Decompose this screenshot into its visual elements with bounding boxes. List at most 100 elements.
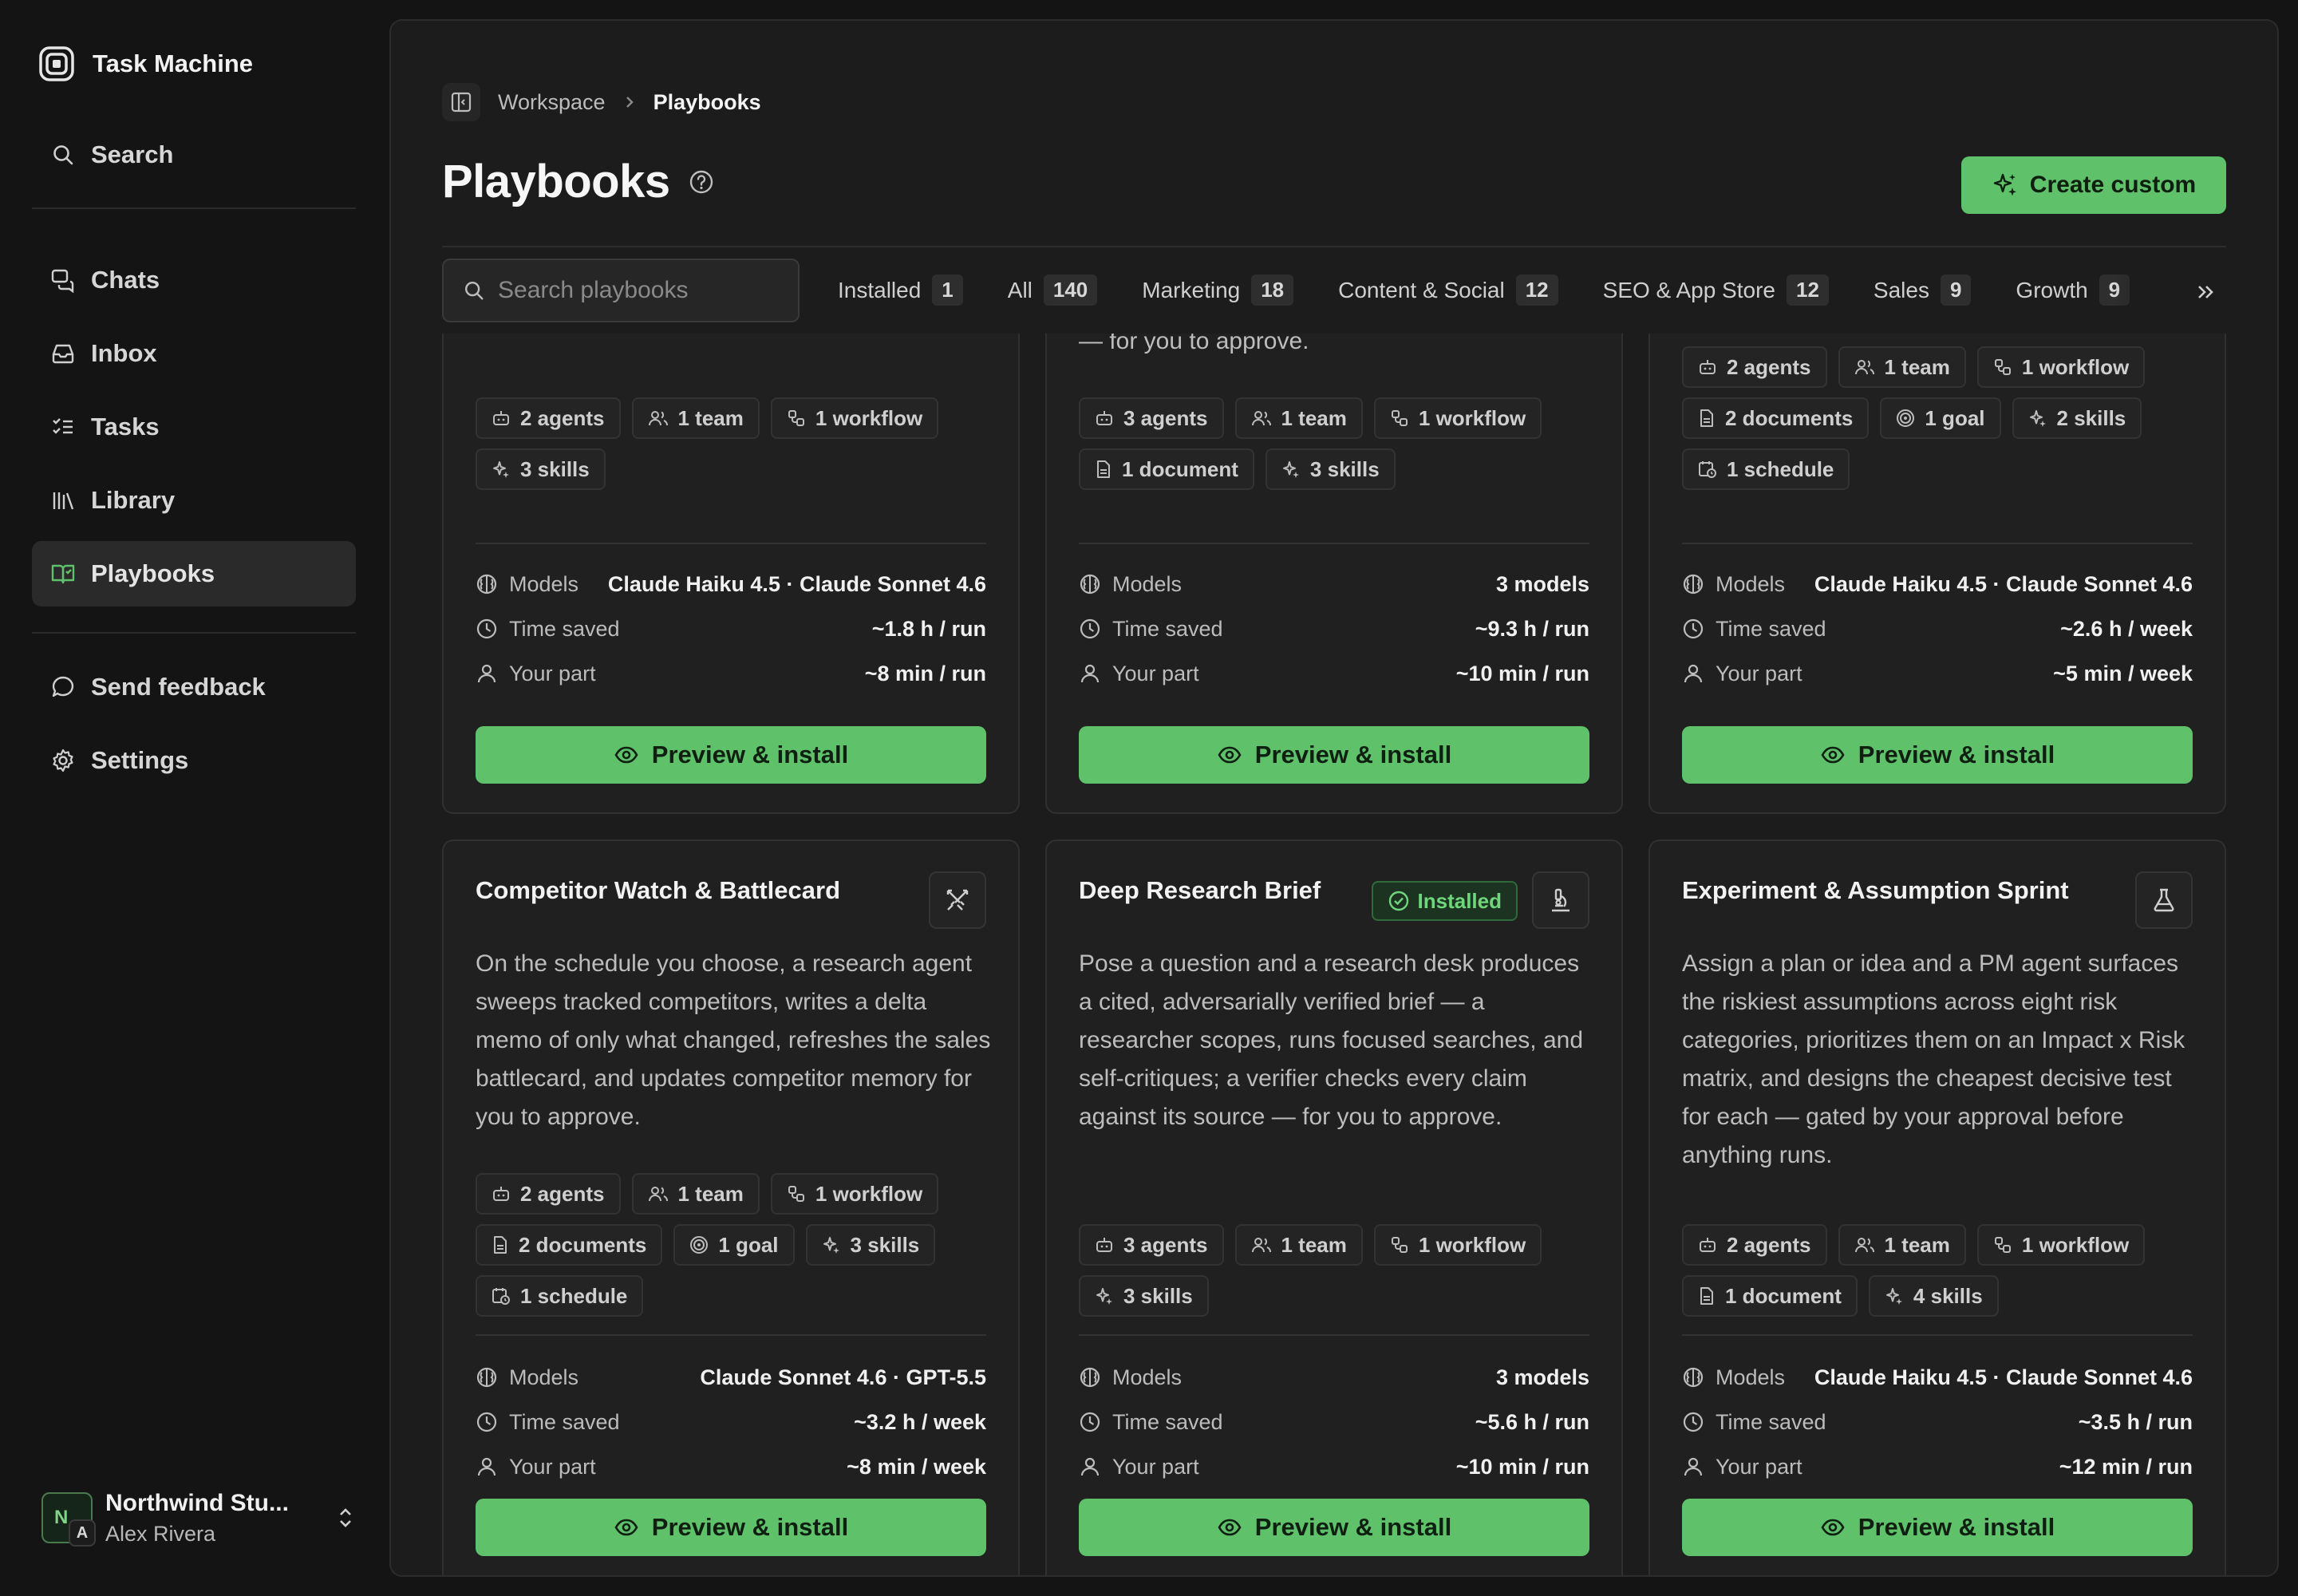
chip-label: 1 workflow <box>815 1181 923 1206</box>
card-icon-button <box>929 871 986 929</box>
breadcrumb-current: Playbooks <box>653 89 761 114</box>
card-description: On the schedule you choose, a research a… <box>476 950 991 1130</box>
stat-value: Claude Haiku 4.5 · Claude Sonnet 4.6 <box>607 571 986 596</box>
stat-models: Models Claude Sonnet 4.6 · GPT-5.5 <box>476 1361 986 1393</box>
filter-marketing[interactable]: Marketing 18 <box>1142 275 1294 306</box>
document-icon <box>492 1235 509 1254</box>
chip-team: 1 team <box>1234 397 1363 439</box>
target-icon <box>1896 409 1915 428</box>
brain-icon <box>476 1366 498 1389</box>
brand[interactable]: Task Machine <box>38 45 253 83</box>
search-field[interactable] <box>442 259 800 322</box>
filter-installed[interactable]: Installed 1 <box>838 275 963 306</box>
sidebar-search[interactable]: Search <box>32 122 356 188</box>
app-name: Task Machine <box>93 49 254 77</box>
chip-skills: 3 skills <box>1079 1275 1209 1317</box>
sidebar-item-chats[interactable]: Chats <box>32 247 356 313</box>
playbook-grid: 2 agents 1 team 1 workflow 3 skills Mode… <box>391 334 2277 1575</box>
preview-install-label: Preview & install <box>1858 741 2055 768</box>
bot-icon <box>1698 1235 1717 1254</box>
preview-install-button[interactable]: Preview & install <box>1682 1499 2193 1556</box>
card-chips: 2 agents 1 team 1 workflow 2 documents 1… <box>1682 346 2201 490</box>
card-divider <box>1079 543 1589 544</box>
filter-content-social[interactable]: Content & Social 12 <box>1338 275 1558 306</box>
chip-label: 2 documents <box>1725 405 1854 430</box>
chip-skills: 3 skills <box>1265 448 1396 490</box>
stat-value: ~10 min / run <box>1455 661 1589 685</box>
chip-label: 1 team <box>1884 1232 1950 1257</box>
stat-label: Time saved <box>1112 616 1223 641</box>
filter-count: 1 <box>932 275 963 306</box>
card-description: Assign a plan or idea and a PM agent sur… <box>1682 950 2185 1168</box>
calendar-clock-icon <box>492 1286 511 1306</box>
preview-install-button[interactable]: Preview & install <box>1682 726 2193 784</box>
filter-label: Content & Social <box>1338 277 1505 302</box>
filter-seo-app-store[interactable]: SEO & App Store 12 <box>1603 275 1829 306</box>
chip-label: 1 team <box>1884 354 1950 379</box>
chip-skills: 4 skills <box>1868 1275 1999 1317</box>
tasks-icon <box>49 413 77 440</box>
create-custom-button[interactable]: Create custom <box>1961 156 2226 214</box>
stat-models: Models Claude Haiku 4.5 · Claude Sonnet 4… <box>1682 568 2193 600</box>
chip-label: 1 workflow <box>1418 1232 1526 1257</box>
users-icon <box>1854 1235 1875 1254</box>
chip-label: 1 team <box>677 1181 744 1206</box>
chip-label: 1 workflow <box>2021 1232 2130 1257</box>
filter-all[interactable]: All 140 <box>1008 275 1098 306</box>
calendar-clock-icon <box>1698 460 1717 479</box>
swords-icon <box>944 887 971 914</box>
sidebar-divider <box>32 207 356 209</box>
brain-icon <box>1682 573 1704 595</box>
chip-label: 3 skills <box>520 456 590 481</box>
chip-goal: 1 goal <box>1880 397 2001 439</box>
search-input[interactable] <box>498 277 785 304</box>
filter-tabs: Installed 1 All 140 Marketing 18 Content & … <box>838 275 2130 306</box>
preview-install-button[interactable]: Preview & install <box>1079 1499 1589 1556</box>
sidebar-search-label: Search <box>91 140 174 168</box>
chip-team: 1 team <box>1234 1224 1363 1266</box>
breadcrumb: Workspace Playbooks <box>442 83 761 121</box>
sidebar-item-inbox[interactable]: Inbox <box>32 321 356 386</box>
preview-install-button[interactable]: Preview & install <box>476 726 986 784</box>
sidebar-item-send-feedback[interactable]: Send feedback <box>32 654 356 720</box>
help-icon[interactable] <box>688 168 715 196</box>
filter-sales[interactable]: Sales 9 <box>1874 275 1972 306</box>
sidebar-item-library[interactable]: Library <box>32 468 356 533</box>
card-chips: 2 agents 1 team 1 workflow 2 documents 1… <box>476 1173 994 1317</box>
chip-label: 1 workflow <box>1418 405 1526 430</box>
users-icon <box>1251 409 1272 428</box>
preview-install-label: Preview & install <box>651 741 849 768</box>
check-circle-icon <box>1388 890 1410 912</box>
page-header: Playbooks <box>442 155 715 208</box>
sidebar-item-settings[interactable]: Settings <box>32 728 356 793</box>
playbook-card-competitor-watch: Competitor Watch & Battlecard On the sch… <box>442 839 1020 1575</box>
clock-icon <box>476 1411 498 1433</box>
card-divider <box>1682 543 2193 544</box>
breadcrumb-workspace[interactable]: Workspace <box>498 90 606 115</box>
chip-skills: 2 skills <box>2012 397 2142 439</box>
org-switcher[interactable]: N A Northwind Stu... Alex Rivera <box>41 1489 356 1547</box>
filter-count: 12 <box>1515 275 1558 306</box>
clock-icon <box>1079 1411 1101 1433</box>
stat-value: ~8 min / run <box>864 661 986 685</box>
users-icon <box>1251 1235 1272 1254</box>
sidebar-item-tasks[interactable]: Tasks <box>32 394 356 460</box>
chip-label: 2 documents <box>519 1232 647 1257</box>
brain-icon <box>1079 573 1101 595</box>
chip-label: 1 schedule <box>1727 456 1834 481</box>
playbooks-icon <box>49 560 77 587</box>
chip-label: 1 goal <box>718 1232 779 1257</box>
filter-growth[interactable]: Growth9 <box>2016 275 2130 306</box>
stat-label: Time saved <box>1716 616 1826 641</box>
filter-label: Marketing <box>1142 277 1241 302</box>
preview-install-button[interactable]: Preview & install <box>1079 726 1589 784</box>
chip-schedule: 1 schedule <box>476 1275 644 1317</box>
chip-workflow: 1 workflow <box>1373 397 1542 439</box>
user-icon <box>1682 662 1704 685</box>
card-title: Competitor Watch & Battlecard <box>476 876 841 904</box>
sidebar-item-label: Tasks <box>91 413 160 440</box>
preview-install-button[interactable]: Preview & install <box>476 1499 986 1556</box>
chevrons-right-icon[interactable] <box>2194 281 2217 303</box>
sidebar-item-playbooks[interactable]: Playbooks <box>32 541 356 606</box>
sidebar-toggle-button[interactable] <box>442 83 480 121</box>
